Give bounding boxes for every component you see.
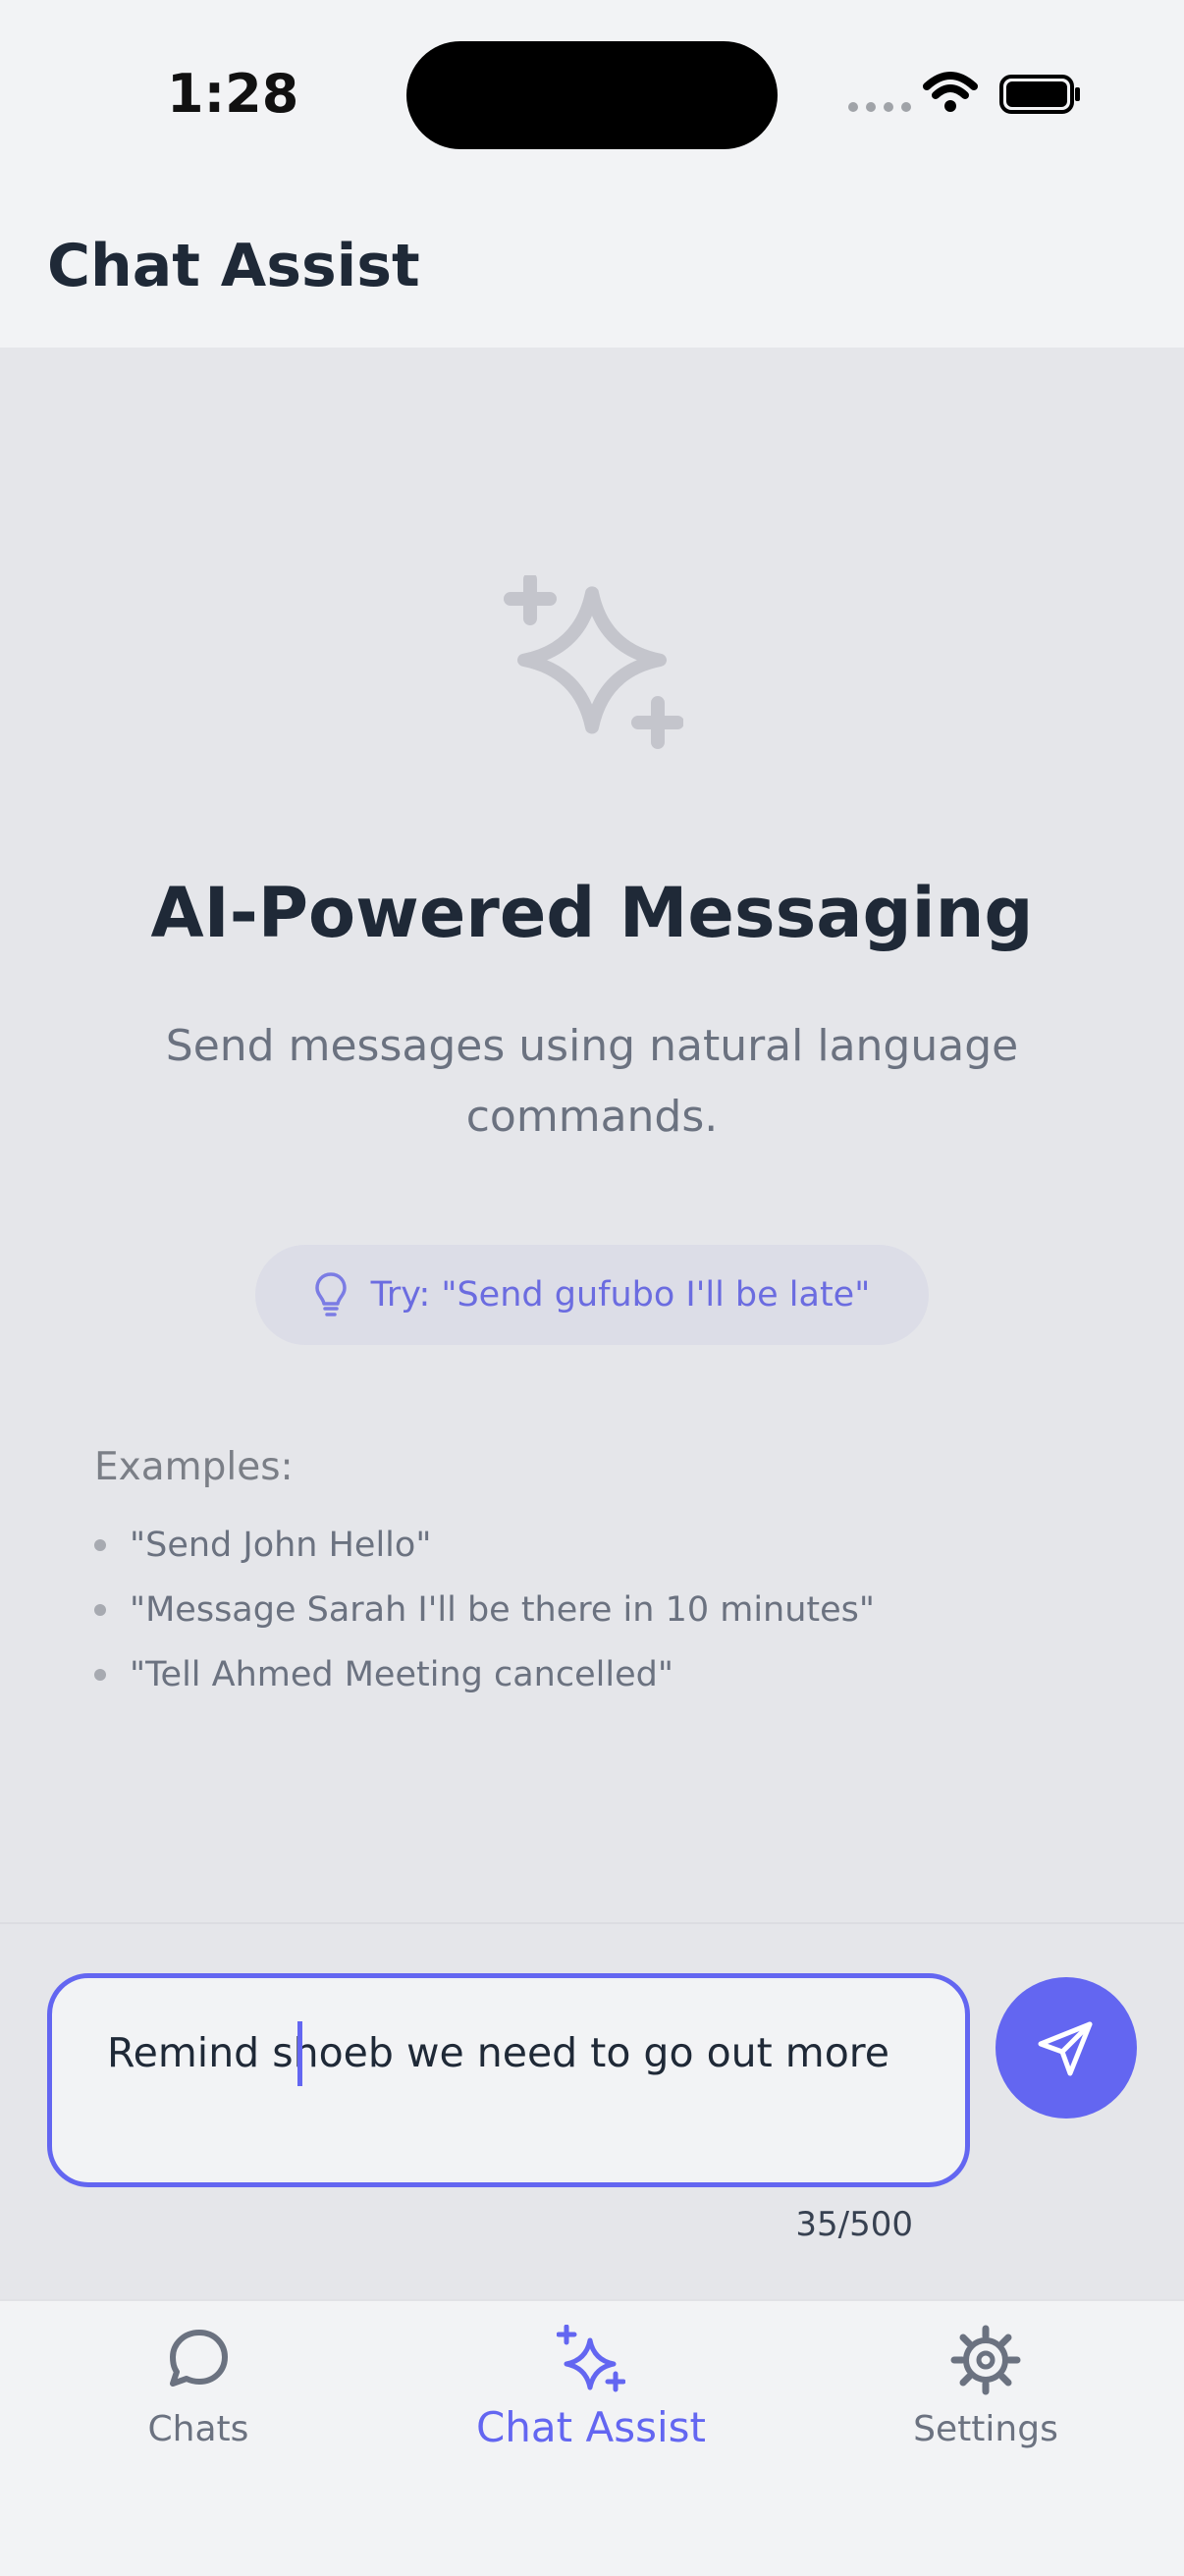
hero-title: AI-Powered Messaging — [150, 873, 1034, 953]
tab-label: Chat Assist — [475, 2403, 706, 2451]
tab-chat-assist[interactable]: Chat Assist — [444, 2325, 738, 2451]
lightbulb-icon — [314, 1272, 347, 1316]
tab-label: Settings — [913, 2409, 1058, 2449]
command-input[interactable]: Remind shoeb we need to go out more — [47, 1973, 970, 2187]
tab-label: Chats — [147, 2409, 249, 2449]
tab-bar: Chats Chat Assist Settings — [0, 2299, 1184, 2576]
send-button[interactable] — [996, 1977, 1137, 2119]
sparkles-icon — [557, 2325, 625, 2392]
example-item: "Send John Hello" — [94, 1513, 1096, 1578]
battery-icon — [999, 75, 1080, 114]
examples-heading: Examples: — [94, 1445, 294, 1489]
chat-bubble-icon — [170, 2330, 228, 2387]
app-header: Chat Assist — [0, 196, 1184, 348]
gear-icon — [950, 2325, 1021, 2395]
examples-section: Examples: "Send John Hello" "Message Sar… — [94, 1445, 1096, 1707]
command-input-text[interactable]: Remind shoeb we need to go out more — [107, 2021, 912, 2084]
example-tip[interactable]: Try: "Send gufubo I'll be late" — [255, 1245, 929, 1345]
example-item: "Tell Ahmed Meeting cancelled" — [94, 1642, 1096, 1707]
sparkles-icon — [504, 575, 683, 749]
page-title: Chat Assist — [47, 232, 420, 300]
cellular-signal-icon — [848, 102, 911, 112]
dynamic-island — [406, 41, 778, 149]
hero-subtitle: Send messages using natural language com… — [165, 1021, 1019, 1142]
example-item: "Message Sarah I'll be there in 10 minut… — [94, 1578, 1096, 1642]
tab-chats[interactable]: Chats — [51, 2325, 346, 2449]
tab-settings[interactable]: Settings — [838, 2325, 1133, 2449]
main-content: AI-Powered Messaging Send messages using… — [0, 348, 1184, 1922]
character-counter: 35/500 — [795, 2205, 913, 2244]
message-composer: Remind shoeb we need to go out more 35/5… — [0, 1922, 1184, 2301]
send-icon — [1038, 2021, 1093, 2076]
status-bar: 1:28 — [0, 0, 1184, 196]
tip-text: Try: "Send gufubo I'll be late" — [370, 1275, 871, 1315]
text-caret — [297, 2021, 302, 2086]
status-time: 1:28 — [167, 63, 299, 125]
wifi-icon — [923, 72, 978, 112]
